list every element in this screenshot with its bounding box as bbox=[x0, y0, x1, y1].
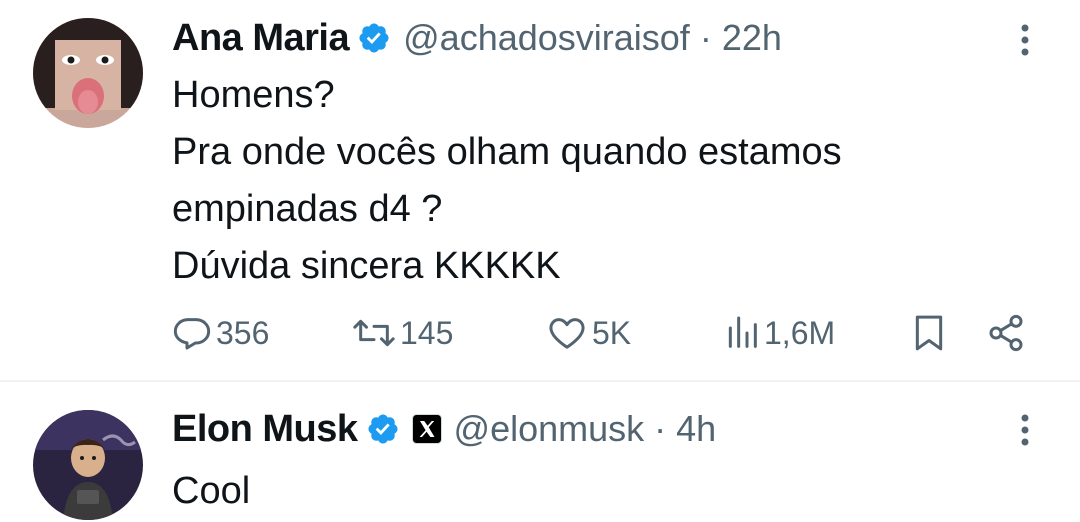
reply-button[interactable]: 356 bbox=[172, 305, 269, 361]
avatar[interactable] bbox=[33, 410, 143, 520]
views-count: 1,6M bbox=[764, 314, 836, 351]
reply-count: 356 bbox=[216, 314, 270, 351]
separator-dot: · bbox=[699, 17, 712, 58]
like-button[interactable]: 5K bbox=[546, 305, 631, 361]
more-vertical-icon[interactable] bbox=[1010, 20, 1040, 60]
bookmark-button[interactable] bbox=[912, 305, 946, 361]
author-handle[interactable]: @elonmusk bbox=[454, 408, 645, 450]
retweet-count: 145 bbox=[400, 314, 454, 351]
heart-icon bbox=[549, 318, 585, 349]
views-button[interactable]: 1,6M bbox=[724, 305, 835, 361]
verified-badge-icon bbox=[359, 23, 389, 53]
retweet-icon bbox=[353, 319, 395, 347]
avatar[interactable] bbox=[33, 18, 143, 128]
retweet-button[interactable]: 145 bbox=[352, 305, 453, 361]
tweet-header: Elon Musk @elonmusk · 4h bbox=[172, 404, 716, 454]
timestamp[interactable]: 22h bbox=[722, 17, 782, 59]
separator-dot: · bbox=[654, 408, 667, 449]
tweet-text-line: Dúvida sincera KKKKK bbox=[172, 245, 561, 287]
author-name[interactable]: Elon Musk bbox=[172, 408, 358, 451]
timestamp[interactable]: 4h bbox=[676, 408, 716, 450]
share-icon bbox=[989, 314, 1023, 352]
tweet-ana-maria[interactable]: Ana Maria @achadosviraisof · 22h Homens?… bbox=[0, 0, 1080, 380]
share-button[interactable] bbox=[986, 305, 1026, 361]
action-bar: 356 145 5K 1,6M bbox=[0, 305, 1080, 361]
like-count: 5K bbox=[592, 314, 632, 351]
verified-badge-icon bbox=[368, 414, 398, 444]
avatar-image bbox=[33, 18, 143, 128]
more-vertical-icon[interactable] bbox=[1010, 410, 1040, 450]
tweet-text-line: Cool bbox=[172, 470, 251, 512]
avatar-image bbox=[33, 410, 143, 520]
tweet-header: Ana Maria @achadosviraisof · 22h bbox=[172, 13, 782, 63]
tweet-text: Cool bbox=[172, 463, 250, 520]
tweet-text-line: Pra onde vocês olham quando estamos bbox=[172, 131, 842, 173]
views-icon bbox=[728, 316, 757, 348]
x-logo-icon[interactable] bbox=[411, 414, 442, 444]
reply-icon bbox=[173, 318, 211, 350]
author-name[interactable]: Ana Maria bbox=[172, 17, 350, 60]
tweet-elon-musk[interactable]: Elon Musk @elonmusk · 4h Cool bbox=[0, 382, 1080, 522]
bookmark-icon bbox=[915, 315, 943, 351]
tweet-text-line: empinadas d4 ? bbox=[172, 188, 443, 230]
tweet-text-line: Homens? bbox=[172, 74, 335, 116]
author-handle[interactable]: @achadosviraisof bbox=[403, 17, 690, 59]
tweet-text: Homens? Pra onde vocês olham quando esta… bbox=[172, 67, 842, 295]
